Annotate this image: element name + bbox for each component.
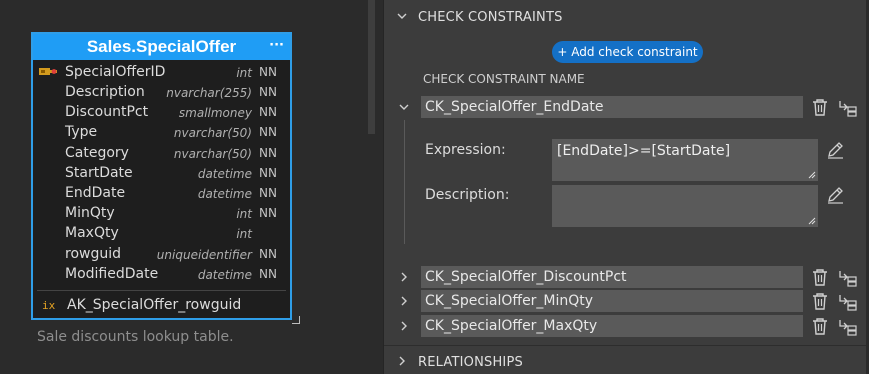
column-type: int — [236, 66, 252, 80]
add-check-constraint-button[interactable]: + Add check constraint — [552, 41, 703, 63]
column-type: uniqueidentifier — [156, 248, 252, 262]
column-name: EndDate — [65, 185, 126, 201]
column-row[interactable]: MinQty int NN — [33, 203, 290, 223]
index-icon: ix — [42, 299, 56, 312]
column-row[interactable]: EndDate datetime NN — [33, 183, 290, 203]
column-name: SpecialOfferID — [65, 64, 166, 80]
properties-panel: CHECK CONSTRAINTS + Add check constraint… — [383, 0, 869, 374]
diagram-canvas[interactable]: Sales.SpecialOffer ··· SpecialOfferID in… — [0, 0, 375, 374]
constraint-name-input[interactable]: CK_SpecialOffer_MinQty — [421, 290, 803, 312]
table-description: Sale discounts lookup table. — [37, 329, 234, 345]
column-name: MaxQty — [65, 225, 119, 241]
table-menu-button[interactable]: ··· — [269, 38, 284, 53]
table-entity-card[interactable]: Sales.SpecialOffer ··· SpecialOfferID in… — [31, 32, 292, 320]
relationships-section-header[interactable]: RELATIONSHIPS — [384, 349, 869, 374]
not-null-flag: NN — [259, 125, 277, 139]
expression-label: Expression: — [425, 142, 506, 158]
reorder-icon[interactable] — [838, 293, 858, 311]
chevron-down-icon[interactable] — [398, 101, 410, 113]
column-name: Category — [65, 145, 129, 161]
constraint-row[interactable]: CK_SpecialOffer_MaxQty — [384, 315, 869, 337]
not-null-flag: NN — [259, 206, 277, 220]
constraint-name-input[interactable]: CK_SpecialOffer_DiscountPct — [421, 266, 803, 288]
column-name: MinQty — [65, 205, 115, 221]
not-null-flag: NN — [259, 247, 277, 261]
column-type: int — [236, 207, 252, 221]
column-type: nvarchar(255) — [166, 86, 252, 100]
expression-textarea[interactable]: [EndDate]>=[StartDate] — [552, 139, 818, 181]
trash-icon[interactable] — [812, 317, 828, 335]
textarea-resize-grip[interactable] — [808, 217, 816, 225]
index-row[interactable]: ix AK_SpecialOffer_rowguid — [33, 296, 290, 316]
constraint-row-expanded[interactable]: CK_SpecialOffer_EndDate — [384, 96, 869, 118]
canvas-scrollbar[interactable] — [368, 0, 375, 134]
trash-icon[interactable] — [812, 292, 828, 310]
trash-icon[interactable] — [812, 268, 828, 286]
not-null-flag: NN — [259, 146, 277, 160]
key-icon — [39, 68, 57, 75]
textarea-resize-grip[interactable] — [808, 171, 816, 179]
chevron-down-icon — [397, 13, 407, 19]
not-null-flag: NN — [259, 65, 277, 79]
pencil-icon[interactable] — [826, 186, 844, 204]
constraint-name-input[interactable]: CK_SpecialOffer_EndDate — [421, 96, 803, 118]
column-row[interactable]: StartDate datetime NN — [33, 163, 290, 183]
column-row[interactable]: SpecialOfferID int NN — [33, 62, 290, 82]
chevron-right-icon — [399, 356, 405, 366]
column-type: datetime — [197, 187, 252, 201]
constraint-row[interactable]: CK_SpecialOffer_DiscountPct — [384, 266, 869, 288]
column-type: nvarchar(50) — [173, 147, 252, 161]
column-row[interactable]: rowguid uniqueidentifier NN — [33, 244, 290, 264]
not-null-flag: NN — [259, 166, 277, 180]
column-row[interactable]: ModifiedDate datetime NN — [33, 264, 290, 284]
detail-indent-line — [404, 120, 405, 244]
table-title: Sales.SpecialOffer — [86, 37, 237, 56]
resize-handle[interactable] — [292, 316, 300, 324]
column-name: Type — [65, 124, 98, 140]
index-divider — [37, 290, 286, 291]
index-name: AK_SpecialOffer_rowguid — [67, 297, 242, 313]
column-type: smallmoney — [178, 106, 252, 120]
chevron-right-icon[interactable] — [398, 320, 410, 332]
section-title: CHECK CONSTRAINTS — [418, 10, 563, 25]
reorder-icon[interactable] — [838, 99, 858, 117]
chevron-right-icon[interactable] — [398, 271, 410, 283]
reorder-icon[interactable] — [838, 269, 858, 287]
check-constraints-section-header[interactable]: CHECK CONSTRAINTS — [384, 4, 869, 30]
reorder-icon[interactable] — [838, 318, 858, 336]
column-name: StartDate — [65, 165, 133, 181]
not-null-flag: NN — [259, 105, 277, 119]
constraint-name-input[interactable]: CK_SpecialOffer_MaxQty — [421, 315, 803, 337]
column-name: ModifiedDate — [65, 266, 159, 282]
constraint-row[interactable]: CK_SpecialOffer_MinQty — [384, 290, 869, 312]
column-name: Description — [65, 84, 145, 100]
column-type: int — [236, 227, 252, 241]
column-row[interactable]: MaxQty int — [33, 223, 290, 243]
column-row[interactable]: Category nvarchar(50) NN — [33, 143, 290, 163]
column-name: DiscountPct — [65, 104, 149, 120]
column-type: datetime — [197, 268, 252, 282]
column-row[interactable]: Type nvarchar(50) NN — [33, 122, 290, 142]
trash-icon[interactable] — [812, 98, 828, 116]
column-type: nvarchar(50) — [173, 126, 252, 140]
description-label: Description: — [425, 187, 510, 203]
description-textarea[interactable] — [552, 185, 818, 227]
not-null-flag: NN — [259, 85, 277, 99]
not-null-flag: NN — [259, 267, 277, 281]
section-divider — [384, 345, 869, 346]
chevron-right-icon[interactable] — [398, 295, 410, 307]
pencil-icon[interactable] — [826, 141, 844, 159]
expression-value: [EndDate]>=[StartDate] — [557, 143, 731, 159]
column-name: rowguid — [65, 246, 121, 262]
table-header[interactable]: Sales.SpecialOffer ··· — [33, 34, 290, 60]
column-type: datetime — [197, 167, 252, 181]
constraint-name-column-label: CHECK CONSTRAINT NAME — [423, 72, 585, 86]
column-row[interactable]: Description nvarchar(255) NN — [33, 82, 290, 102]
not-null-flag: NN — [259, 186, 277, 200]
column-row[interactable]: DiscountPct smallmoney NN — [33, 102, 290, 122]
section-title: RELATIONSHIPS — [418, 355, 523, 370]
